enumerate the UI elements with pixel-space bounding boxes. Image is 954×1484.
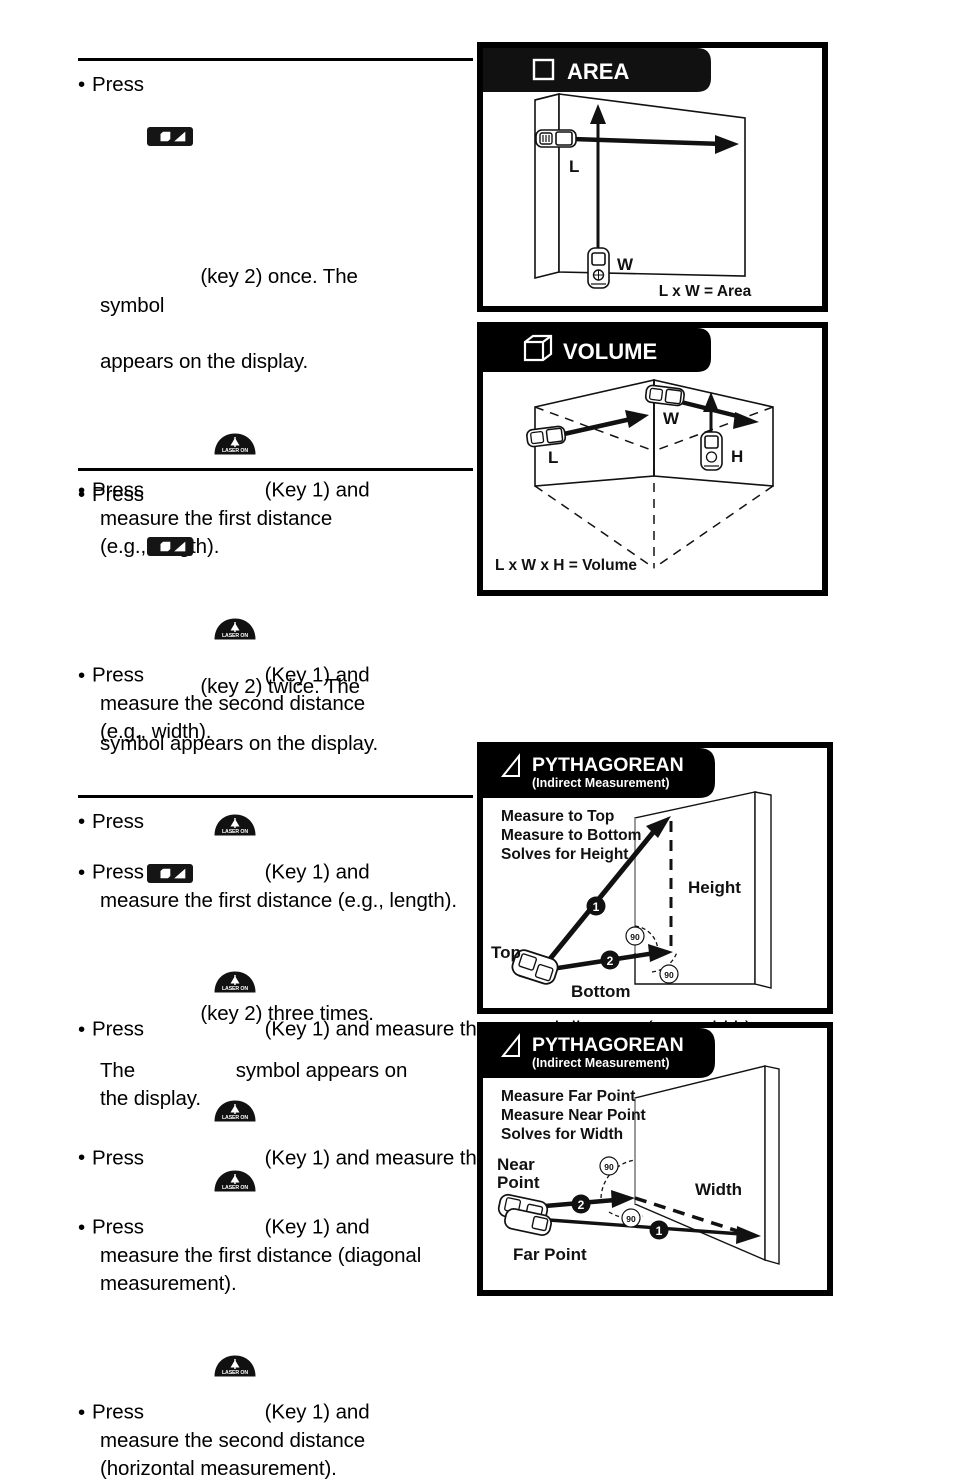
pythagorean-width-angle-1: 90 [604, 1162, 614, 1172]
pythagorean-width-label-point: Point [497, 1173, 540, 1192]
pythagorean-width-instruction-3: Solves for Width [501, 1126, 623, 1143]
pythagorean-height-instruction-2: Measure to Bottom [501, 827, 641, 844]
pythagorean-width-step-2: 2 [578, 1198, 585, 1212]
laser-on-key-icon[interactable]: LASER ON [214, 758, 256, 836]
area-diagram: AREA L W L x W = Area [483, 48, 822, 306]
pythagorean-height-step-2: 2 [607, 954, 614, 968]
list-item: • Press LASER ON (Key 1) and [78, 1298, 478, 1427]
pythagorean-width-step-1: 1 [656, 1224, 663, 1238]
pythagorean-width-panel: PYTHAGOREAN (Indirect Measurement) Measu… [477, 1022, 833, 1296]
laser-on-key-icon[interactable]: LASER ON [214, 1113, 256, 1192]
manual-page: • Press (key 2) once. The symbol appears … [0, 0, 954, 1480]
area-panel-title: AREA [567, 59, 629, 84]
pythagorean-height-instruction-3: Solves for Height [501, 846, 628, 863]
laser-device-icon [644, 384, 685, 407]
volume-label-h: H [731, 447, 743, 466]
bullet-text: measurement). [100, 1272, 237, 1296]
laser-on-key-icon[interactable]: LASER ON [214, 1298, 256, 1377]
list-item: • Press [78, 810, 144, 833]
laser-device-icon [700, 431, 723, 471]
list-item: the display. [78, 1085, 478, 1113]
pythagorean-width-instruction-1: Measure Far Point [501, 1088, 635, 1105]
pythagorean-width-label-far: Far Point [513, 1245, 587, 1264]
list-item: (key 2) once. The symbol [78, 99, 478, 348]
bullet-text: measure the first distance (diagonal [100, 1244, 422, 1268]
laser-device-icon [587, 247, 610, 289]
volume-label-l: L [548, 448, 558, 467]
list-item: measure the second distance [78, 1427, 478, 1455]
list-item: (key 2) three times. [78, 836, 478, 1057]
bullet-text: (key 2) twice. The [194, 675, 360, 699]
pythagorean-height-label-bottom: Bottom [571, 982, 630, 1001]
pythagorean-width-label-near: Near [497, 1155, 535, 1174]
bullet-text: (Key 1) and [259, 1215, 370, 1239]
laser-device-icon [526, 425, 567, 448]
laser-device-icon [535, 129, 577, 148]
section-divider-pythagorean [78, 795, 473, 798]
bullet-text: symbol appears on the display. [100, 731, 379, 755]
pythagorean-bullet-list: • Press (key 2) three times. The symbol a… [78, 808, 478, 1484]
bullet-text: Press [92, 483, 144, 506]
pythagorean-height-instruction-1: Measure to Top [501, 808, 614, 825]
svg-text:LASER ON: LASER ON [222, 1185, 248, 1191]
list-item: (horizontal measurement). [78, 1455, 478, 1483]
volume-panel-title: VOLUME [563, 339, 657, 364]
pythagorean-width-subtitle: (Indirect Measurement) [532, 1056, 670, 1070]
list-item: • Press [78, 73, 144, 96]
bullet-text: Press [92, 1401, 212, 1425]
section-divider-volume [78, 468, 473, 471]
pythagorean-height-panel: PYTHAGOREAN (Indirect Measurement) Measu… [477, 742, 833, 1014]
pythagorean-height-label: Height [688, 878, 741, 897]
volume-diagram: VOLUME L W H L x W x H = Volume [483, 328, 822, 590]
bullet-text: the display. [100, 1087, 201, 1111]
area-label-l: L [569, 157, 579, 176]
pythagorean-width-angle-2: 90 [626, 1214, 636, 1224]
list-item: • Press LASER ON (Key 1) and [78, 1113, 478, 1242]
bullet-text: The symbol appears on [100, 1058, 408, 1082]
pythagorean-width-instruction-2: Measure Near Point [501, 1107, 646, 1124]
volume-label-w: W [663, 409, 680, 428]
list-item: measurement). [78, 1270, 478, 1298]
area-diagram-panel: AREA L W L x W = Area [477, 42, 828, 312]
list-item: The symbol appears on [78, 1057, 478, 1085]
area-label-w: W [617, 255, 634, 274]
svg-text:LASER ON: LASER ON [222, 448, 248, 454]
pythagorean-height-angle-2: 90 [664, 970, 674, 980]
laser-on-key-icon[interactable]: LASER ON [214, 376, 256, 455]
volume-formula: L x W x H = Volume [495, 557, 637, 574]
svg-text:LASER ON: LASER ON [222, 1370, 248, 1376]
bullet-text: measure the second distance [100, 1429, 366, 1453]
pythagorean-width-label: Width [695, 1180, 742, 1199]
bullet-text: Press [92, 1215, 212, 1239]
bullet-text: (horizontal measurement). [100, 1457, 337, 1481]
pythagorean-height-subtitle: (Indirect Measurement) [532, 776, 670, 790]
bullet-text: Press [92, 73, 144, 96]
bullet-text: (key 2) three times. [194, 1002, 374, 1026]
list-item: appears on the display. [78, 348, 478, 376]
pythagorean-height-title: PYTHAGOREAN [532, 754, 684, 776]
section-divider-area [78, 58, 473, 61]
area-volume-mode-key-icon[interactable] [146, 864, 193, 884]
pythagorean-height-diagram: PYTHAGOREAN (Indirect Measurement) Measu… [483, 748, 827, 1008]
bullet-text: (Key 1) and [259, 1401, 370, 1425]
pythagorean-width-title: PYTHAGOREAN [532, 1034, 684, 1056]
volume-diagram-panel: VOLUME L W H L x W x H = Volume [477, 322, 828, 596]
list-item: measure the first distance (diagonal [78, 1242, 478, 1270]
area-volume-mode-key-icon[interactable] [146, 537, 193, 557]
pythagorean-instructions-block: • Press (key 2) three times. The symbol a… [78, 795, 478, 1484]
pythagorean-height-step-1: 1 [593, 900, 600, 914]
pythagorean-height-label-top: Top [491, 943, 521, 962]
area-formula: L x W = Area [659, 283, 752, 300]
pythagorean-width-diagram: PYTHAGOREAN (Indirect Measurement) Measu… [483, 1028, 827, 1290]
bullet-text: Press [92, 810, 144, 833]
bullet-text: appears on the display. [100, 350, 309, 374]
pythagorean-height-angle-1: 90 [630, 932, 640, 942]
area-volume-mode-key-icon[interactable] [146, 127, 193, 147]
